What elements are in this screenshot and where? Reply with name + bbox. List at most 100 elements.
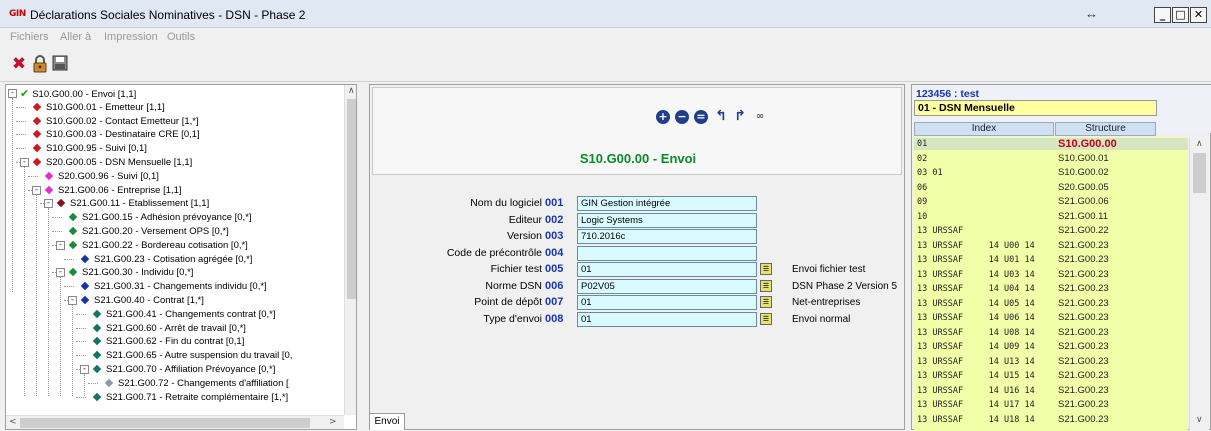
tree-node[interactable]: S21.G00.30 - Individu [0,*] [68,266,193,279]
field-input[interactable]: Logic Systems [577,212,757,228]
menu-impression[interactable]: Impression [104,31,158,43]
index-row[interactable]: 13 URSSAF 14 U06 14 S21.G00.23 [914,312,1188,324]
undo-icon[interactable]: ↰ [714,109,728,124]
field-input[interactable] [577,245,757,261]
tree-node[interactable]: S20.G00.05 - DSN Mensuelle [1,1] [32,156,192,169]
tree-node[interactable]: S10.G00.01 - Emetteur [1,1] [32,101,165,114]
field-input[interactable]: 01 [577,311,757,327]
tree-node[interactable]: S21.G00.41 - Changements contrat [0,*] [92,308,276,321]
expand-toggle[interactable]: - [20,158,29,167]
field-input[interactable]: P02V05 [577,278,757,294]
index-row[interactable]: 13 URSSAF 14 U05 14 S21.G00.23 [914,298,1188,310]
index-row[interactable]: 06 S20.G00.05 [914,182,1188,194]
index-row[interactable]: 03 01 S10.G00.02 [914,167,1188,179]
field-input[interactable]: 01 [577,262,757,277]
index-row[interactable]: 13 URSSAF 14 U13 14 S21.G00.23 [914,356,1188,368]
scroll-left-icon[interactable]: < [9,417,17,427]
tree-node[interactable]: S21.G00.70 - Affiliation Prévoyance [0,*… [92,363,275,376]
field-input[interactable]: 01 [577,295,757,310]
index-row[interactable]: 13 URSSAF S21.G00.22 [914,225,1188,237]
minus-icon[interactable]: = [694,110,708,124]
tree-node[interactable]: S21.G00.22 - Bordereau cotisation [0,*] [68,239,248,252]
expand-toggle[interactable]: - [44,199,53,209]
field-input[interactable]: 710.2016c [577,229,757,244]
column-index[interactable]: Index [914,122,1054,136]
find-icon[interactable]: ∞ [753,110,767,124]
index-vertical-scrollbar[interactable]: ∧ ∨ [1189,137,1209,431]
add-icon[interactable]: + [656,110,670,124]
menu-fichiers[interactable]: Fichiers [10,31,49,43]
expand-toggle[interactable]: - [68,296,77,305]
index-row[interactable]: 13 URSSAF 14 U01 14 S21.G00.23 [914,254,1188,266]
tree-node[interactable]: ✔ S10.G00.00 - Envoi [1,1] [20,87,136,100]
tab-envoi[interactable]: Envoi [369,413,405,430]
lookup-icon[interactable]: ☰ [760,312,772,325]
tree-node[interactable]: S21.G00.65 - Autre suspension du travail… [92,349,292,362]
column-structure[interactable]: Structure [1055,122,1156,136]
tree-node[interactable]: S21.G00.62 - Fin du contrat [0,1] [92,335,244,348]
minimize-button[interactable]: _ [1154,7,1171,23]
resize-icon[interactable]: ↔ [1085,6,1098,21]
close-button[interactable]: ✕ [1190,7,1207,23]
index-cell: 03 01 [917,168,943,178]
menu-outils[interactable]: Outils [167,31,195,43]
scroll-down-icon[interactable]: ∨ [1196,415,1203,425]
lookup-icon[interactable]: ☰ [760,263,772,275]
tree-node[interactable]: S21.G00.72 - Changements d'affiliation [ [104,377,289,390]
tree-scroll-thumb[interactable] [347,99,356,299]
expand-toggle[interactable]: - [80,365,89,374]
index-row[interactable]: 13 URSSAF 14 U08 14 S21.G00.23 [914,327,1188,339]
declaration-type[interactable]: 01 - DSN Mensuelle [914,100,1157,116]
tree-node[interactable]: S21.G00.23 - Cotisation agrégée [0,*] [80,253,252,266]
index-scroll-thumb[interactable] [1193,153,1206,193]
save-icon[interactable] [51,55,69,73]
tree-node[interactable]: S21.G00.31 - Changements individu [0,*] [80,280,267,293]
index-row[interactable]: 13 URSSAF 14 U09 14 S21.G00.23 [914,341,1188,353]
index-row[interactable]: 13 URSSAF 14 U17 14 S21.G00.23 [914,399,1188,411]
tree-node[interactable]: S10.G00.95 - Suivi [0,1] [32,142,147,155]
index-row[interactable]: 02 S10.G00.01 [914,153,1188,165]
tree-node[interactable]: S21.G00.40 - Contrat [1,*] [80,294,204,307]
remove-icon[interactable]: − [675,110,689,124]
redo-icon[interactable]: ↱ [733,109,747,124]
node-bullet-icon [68,268,78,277]
tree-node[interactable]: S21.G00.20 - Versement OPS [0,*] [68,225,229,238]
node-bullet-icon [44,185,54,194]
index-row[interactable]: 13 URSSAF 14 U16 14 S21.G00.23 [914,385,1188,397]
lookup-icon[interactable]: ☰ [760,279,772,292]
tree-node[interactable]: S10.G00.02 - Contact Emetteur [1,*] [32,115,199,128]
index-row[interactable]: 13 URSSAF 14 U18 14 S21.G00.23 [914,414,1188,426]
index-row[interactable]: 13 URSSAF 14 U00 14 S21.G00.23 [914,240,1188,252]
maximize-button[interactable]: □ [1172,7,1189,23]
index-row[interactable]: 13 URSSAF 14 U03 14 S21.G00.23 [914,269,1188,281]
tree-node[interactable]: S20.G00.96 - Suivi [0,1] [44,170,159,183]
index-row[interactable]: 01 S10.G00.00 [914,138,1188,150]
expand-toggle[interactable]: - [32,185,41,195]
tree-node[interactable]: S21.G00.06 - Entreprise [1,1] [44,184,182,197]
tree-node[interactable]: S21.G00.15 - Adhésion prévoyance [0,*] [68,211,252,224]
lock-icon[interactable] [31,55,49,73]
expand-toggle[interactable]: - [56,268,65,278]
index-row[interactable]: 13 URSSAF 14 U15 14 S21.G00.23 [914,370,1188,382]
delete-icon[interactable]: ✖ [10,55,28,73]
structure-tree[interactable]: - ✔ S10.G00.00 - Envoi [1,1] S10.G00.01 - E… [5,84,357,430]
tree-vertical-scrollbar[interactable]: ∧ [344,85,356,415]
lookup-icon[interactable]: ☰ [760,296,772,308]
tree-node[interactable]: S21.G00.71 - Retraite complémentaire [1,… [92,391,288,404]
tree-horizontal-scrollbar[interactable]: < > [6,415,344,429]
index-grid[interactable]: 01 S10.G00.00 02 S10.G00.01 03 01 S10.G00.02 0… [914,137,1188,431]
scroll-up-icon[interactable]: ∧ [348,86,355,96]
scroll-right-icon[interactable]: > [329,417,337,427]
index-row[interactable]: 13 URSSAF 14 U04 14 S21.G00.23 [914,283,1188,295]
tree-node[interactable]: S10.G00.03 - Destinataire CRE [0,1] [32,128,200,141]
tree-node[interactable]: S21.G00.60 - Arrêt de travail [0,*] [92,322,246,335]
tree-node[interactable]: S21.G00.11 - Etablissement [1,1] [56,197,209,210]
menu-aller-a[interactable]: Aller à [60,31,91,43]
index-row[interactable]: 10 S21.G00.11 [914,211,1188,223]
field-input[interactable]: GIN Gestion intégrée [577,196,757,211]
index-row[interactable]: 09 S21.G00.06 [914,196,1188,208]
scroll-up-icon[interactable]: ∧ [1196,139,1203,149]
expand-toggle[interactable]: - [8,89,17,98]
expand-toggle[interactable]: - [56,240,65,250]
tree-hscroll-thumb[interactable] [20,418,310,428]
